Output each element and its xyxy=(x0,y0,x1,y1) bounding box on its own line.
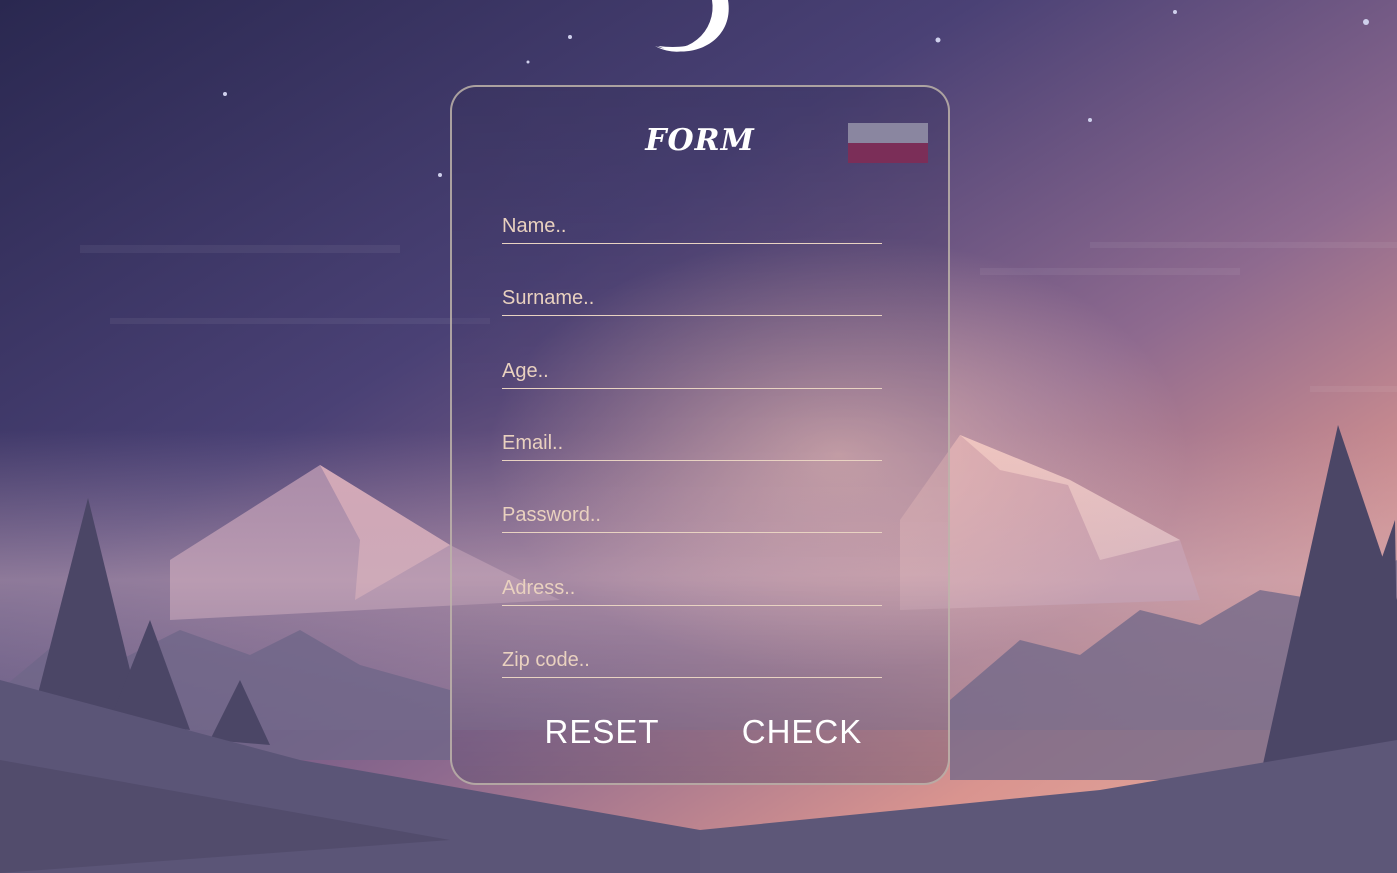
address-input[interactable] xyxy=(502,572,882,606)
flag-stripe-top xyxy=(848,123,928,143)
flag-stripe-bottom xyxy=(848,143,928,163)
form-card: FORM RESET CHECK xyxy=(450,85,950,785)
age-input[interactable] xyxy=(502,355,882,389)
email-input[interactable] xyxy=(502,427,882,461)
password-input[interactable] xyxy=(502,499,882,533)
language-flag-icon[interactable] xyxy=(848,123,928,163)
reset-button[interactable]: RESET xyxy=(532,709,672,755)
zip-code-input[interactable] xyxy=(502,644,882,678)
name-input[interactable] xyxy=(502,210,882,244)
surname-input[interactable] xyxy=(502,282,882,316)
check-button[interactable]: CHECK xyxy=(732,709,872,755)
